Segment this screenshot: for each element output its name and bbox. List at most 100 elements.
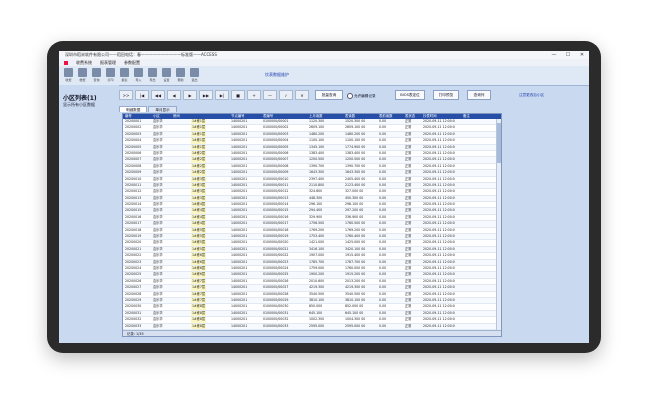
- toolbar-import-button[interactable]: 导入: [133, 68, 144, 83]
- toolbar-help-button[interactable]: 帮助: [175, 68, 186, 83]
- cell-last-reading: 12279.000: [309, 336, 326, 337]
- cell-prev-reading: 0.00: [379, 182, 387, 187]
- nav-confirm-button[interactable]: ✓: [279, 90, 293, 100]
- cell-prev-reading: 0.00: [379, 272, 387, 277]
- toolbar-billing-button[interactable]: 收费: [63, 68, 74, 83]
- cell-last-reading: 3540.500: [309, 291, 325, 296]
- scrollbar-thumb[interactable]: [497, 123, 501, 163]
- cell-time: 2020-09-11 12:00:0: [423, 336, 455, 337]
- cell-id: 20200016: [125, 214, 142, 219]
- toolbar-exit-button[interactable]: 退出: [189, 68, 200, 83]
- cell-status: 正常: [405, 144, 412, 149]
- cell-meter: 0100000/00026: [263, 278, 289, 283]
- cell-room: 1#栋4层: [191, 221, 207, 227]
- cell-id: 20200031: [125, 310, 142, 315]
- bios-locate-select[interactable]: BIOS表定位: [395, 90, 425, 100]
- cell-meter: 0100000/00023: [263, 259, 289, 264]
- nav-delete-button[interactable]: —: [263, 90, 277, 100]
- community-change-link[interactable]: 注意更改后小区: [519, 93, 544, 98]
- cell-room: 1#栋1层: [191, 144, 207, 150]
- nav-prev-page-button[interactable]: ◀◀: [151, 90, 165, 100]
- tab-detail-data[interactable]: 明细数据: [119, 106, 148, 112]
- cell-node: 14000201: [231, 272, 248, 277]
- cell-community: 嘉乐华: [153, 278, 163, 283]
- cell-room: 1#栋2层: [191, 170, 207, 176]
- menu-item-reports[interactable]: 报表管理: [100, 59, 116, 66]
- cell-last-reading: 1753.400: [309, 234, 325, 239]
- cell-time: 2020-09-11 12:00:0: [423, 182, 455, 187]
- table-row[interactable]: 20200035 嘉乐华 1#栋9层 14000201 0100000/00035 122…: [123, 336, 501, 337]
- cell-status: 正常: [405, 285, 412, 290]
- toolbar-setup-button[interactable]: 设置: [161, 68, 172, 83]
- cell-meter: 0100000/00011: [263, 182, 289, 187]
- cell-meter: 0100000/00028: [263, 291, 289, 296]
- cell-id: 20200001: [125, 119, 142, 123]
- cell-community: 嘉乐华: [153, 272, 163, 277]
- menu-item-settings[interactable]: 参数配置: [124, 59, 140, 66]
- cell-reading: 1390.700 00: [345, 163, 366, 168]
- query-column-select[interactable]: 查询列: [467, 90, 491, 100]
- cell-reading: 1769.200 00: [345, 227, 366, 232]
- minimize-button[interactable]: —: [551, 51, 557, 59]
- cell-node: 14000201: [231, 182, 248, 187]
- nav-first-button[interactable]: |◀: [135, 90, 149, 100]
- cell-community: 嘉乐华: [153, 119, 163, 123]
- toolbar-export-button[interactable]: 导出: [147, 68, 158, 83]
- nav-cancel-button[interactable]: ✕: [295, 90, 309, 100]
- vertical-scrollbar[interactable]: [496, 119, 501, 330]
- cell-time: 2020-09-11 12:00:0: [423, 131, 455, 136]
- report-icon: [120, 68, 129, 77]
- batch-query-button[interactable]: 批量查询: [315, 90, 343, 100]
- cell-community: 嘉乐华: [153, 189, 163, 194]
- cell-node: 14000201: [231, 176, 248, 181]
- cell-prev-reading: 0.00: [379, 125, 387, 130]
- cell-reading: 1383.400 00: [345, 150, 366, 155]
- toolbar-payment-button[interactable]: 缴费: [77, 68, 88, 83]
- cell-meter: 0100000/00018: [263, 227, 289, 232]
- cell-node: 14000201: [231, 202, 248, 207]
- cell-prev-reading: 0.00: [379, 323, 387, 328]
- cell-community: 嘉乐华: [153, 163, 163, 168]
- toolbar-query-button[interactable]: 查询: [91, 68, 102, 83]
- maximize-button[interactable]: ☐: [565, 51, 571, 59]
- cell-last-reading: 1756.500: [309, 221, 325, 226]
- nav-next-button[interactable]: ▶: [183, 90, 197, 100]
- toolbar-report-button[interactable]: 报表: [119, 68, 130, 83]
- cell-meter: 0100000/00030: [263, 304, 289, 309]
- allow-edit-toggle[interactable]: 允许编辑记录: [347, 93, 376, 99]
- print-preview-button[interactable]: 打印预览: [433, 90, 459, 100]
- menu-item-billing[interactable]: 收费系统: [76, 59, 92, 66]
- app-logo-icon: [64, 60, 68, 65]
- nav-next-page-button[interactable]: ▶▶: [199, 90, 213, 100]
- show-all-communities[interactable]: 显示所有小区数据: [63, 102, 95, 108]
- cell-node: 14000201: [231, 234, 248, 239]
- nav-prev-button[interactable]: ◀: [167, 90, 181, 100]
- cell-time: 2020-09-11 12:00:0: [423, 272, 455, 277]
- cell-meter: 0100000/00032: [263, 317, 289, 322]
- cell-id: 20200019: [125, 234, 142, 239]
- cell-last-reading: 1002.300: [309, 317, 325, 322]
- cell-reading: 3810.100 00: [345, 297, 366, 302]
- tab-monthly-view[interactable]: 单月显示: [148, 106, 177, 112]
- nav-expand-button[interactable]: >>: [119, 90, 133, 100]
- nav-stop-button[interactable]: ■: [231, 90, 245, 100]
- cell-node: 14000201: [231, 323, 248, 328]
- cell-status: 正常: [405, 246, 412, 251]
- cell-meter: 0100000/00010: [263, 176, 289, 181]
- record-navigation-bar: >> |◀ ◀◀ ◀ ▶ ▶▶ ▶| ■ + — ✓ ✕ 批量查询 允许编辑记录…: [119, 87, 589, 103]
- cell-node: 14000201: [231, 253, 248, 258]
- cell-prev-reading: 0.00: [379, 150, 387, 155]
- cell-reading: 852.000 00: [345, 304, 364, 309]
- cell-last-reading: 1345.100: [309, 144, 325, 149]
- cell-time: 2020-09-11 12:00:0: [423, 291, 455, 296]
- toolbar-print-button[interactable]: 打印: [105, 68, 116, 83]
- close-button[interactable]: ✕: [579, 51, 585, 59]
- nav-last-button[interactable]: ▶|: [215, 90, 229, 100]
- cell-community: 嘉乐华: [153, 221, 163, 226]
- cell-prev-reading: 0.00: [379, 131, 387, 136]
- cell-time: 2020-09-11 12:00:0: [423, 246, 455, 251]
- cell-room: 1#栋6层: [191, 265, 207, 272]
- cell-status: 正常: [405, 138, 412, 143]
- cell-reading: 1760.500 00: [345, 221, 366, 226]
- nav-add-button[interactable]: +: [247, 90, 261, 100]
